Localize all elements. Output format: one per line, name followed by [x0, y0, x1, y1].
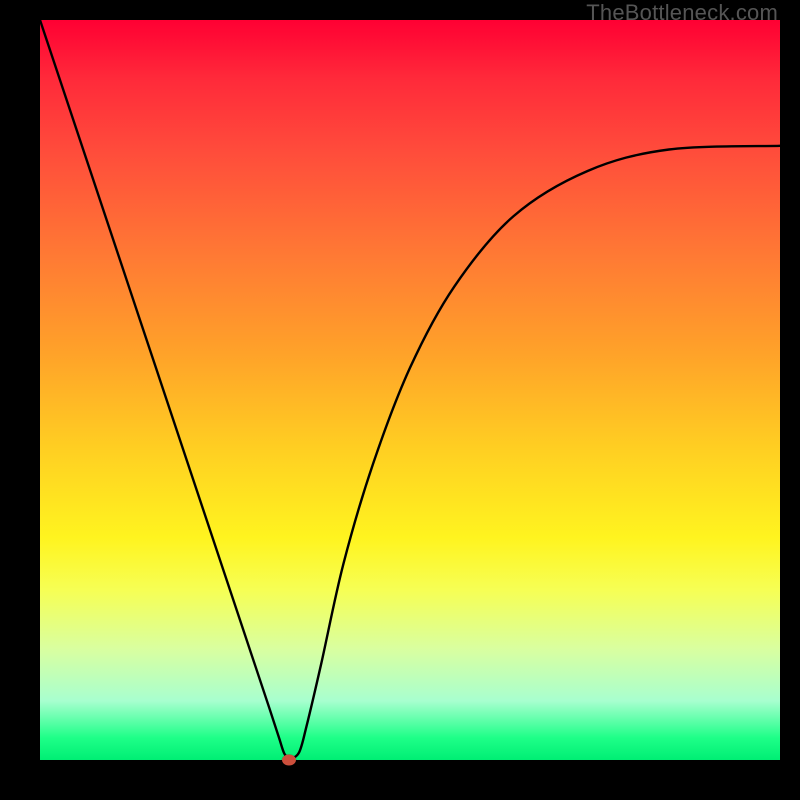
- chart-frame: TheBottleneck.com: [0, 0, 800, 800]
- min-marker: [282, 755, 296, 766]
- curve-svg: [40, 20, 780, 760]
- curve-path: [40, 20, 780, 760]
- plot-area: [40, 20, 780, 760]
